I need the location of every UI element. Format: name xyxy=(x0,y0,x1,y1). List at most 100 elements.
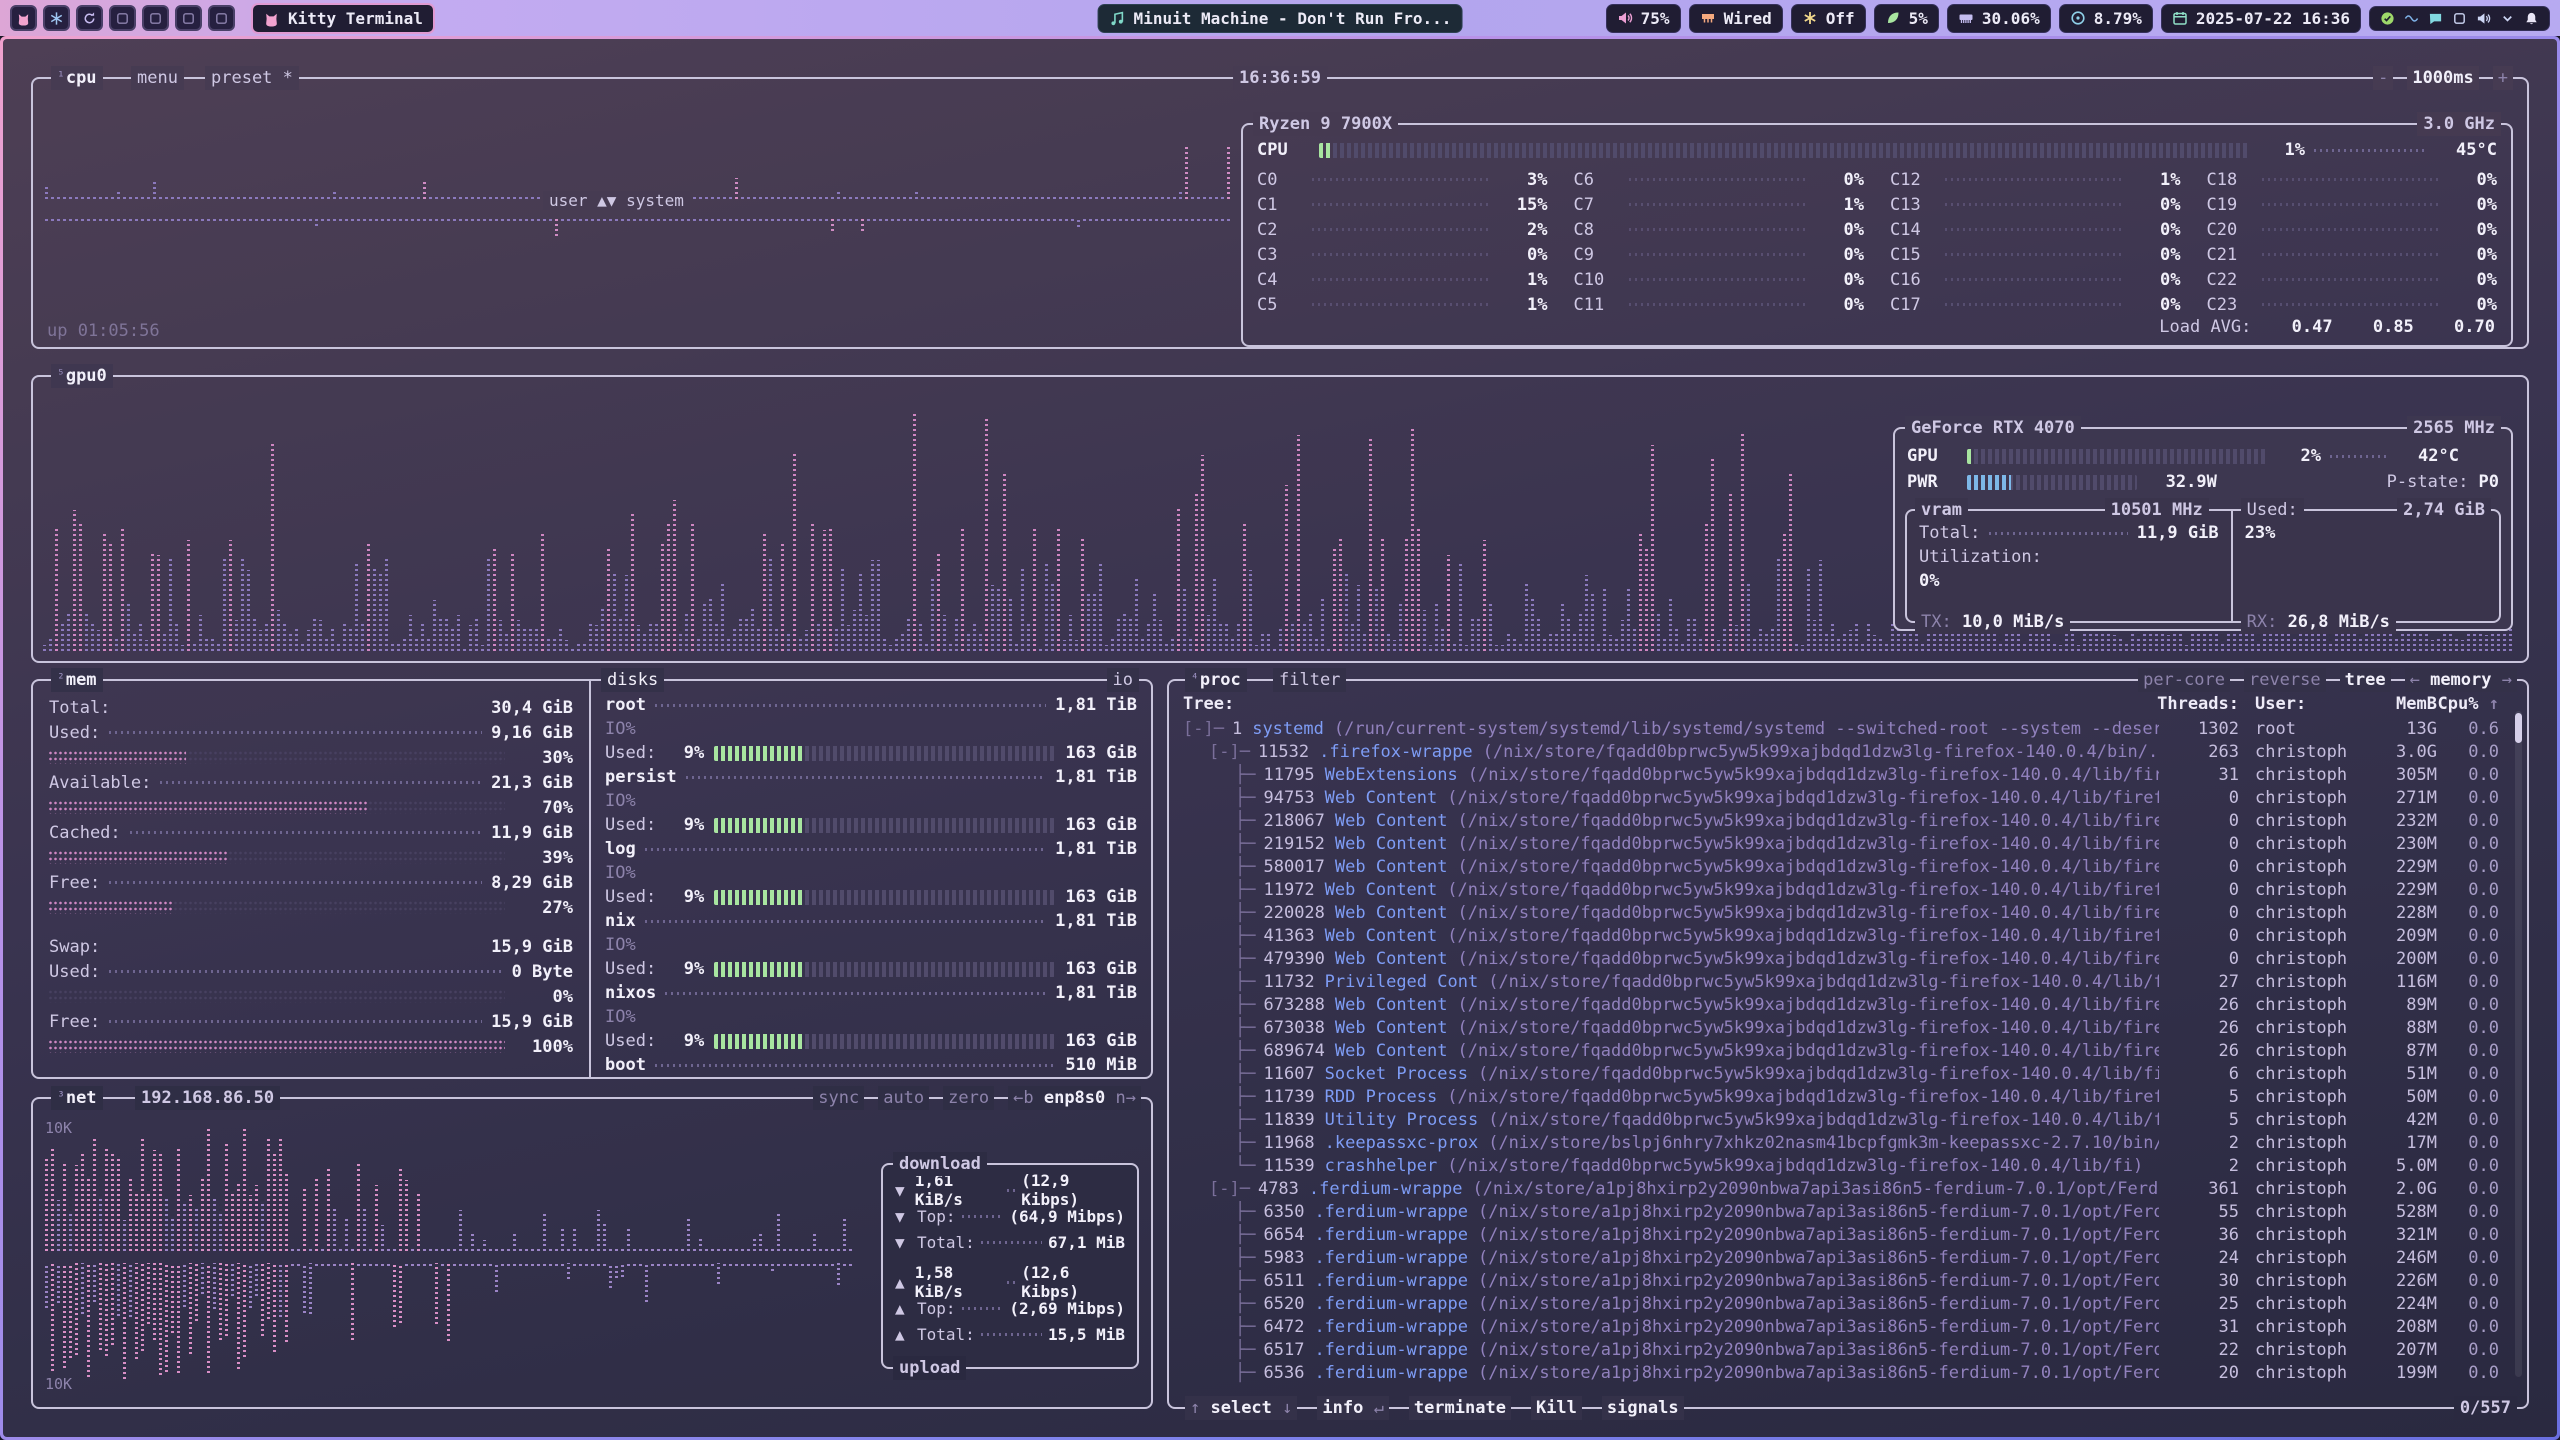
status-module-memory[interactable]: 30.06% xyxy=(1947,4,2051,33)
proc-action-select[interactable]: ↑ select ↓ xyxy=(1185,1396,1297,1420)
proc-sort-selector[interactable]: ← memory → xyxy=(2405,668,2517,692)
process-row[interactable]: ├─11739RDD Process(/nix/store/fqadd0bprw… xyxy=(1183,1085,2501,1108)
filter-button[interactable]: filter xyxy=(1273,668,1346,692)
process-threads: 25 xyxy=(2159,1294,2239,1314)
proc-action-signals[interactable]: signals xyxy=(1602,1396,1684,1420)
action-label: Kill xyxy=(1536,1398,1577,1418)
window-icon[interactable] xyxy=(2452,11,2467,26)
disk-size: 510 MiB xyxy=(1065,1055,1137,1075)
process-pid: 11739 xyxy=(1263,1087,1314,1107)
interval-decrease-button[interactable]: - xyxy=(2373,66,2393,90)
net-auto-button[interactable]: auto xyxy=(878,1086,929,1110)
net-zero-button[interactable]: zero xyxy=(943,1086,994,1110)
process-row[interactable]: ├─6350.ferdium-wrappe(/nix/store/a1pj8hx… xyxy=(1183,1200,2501,1223)
process-row[interactable]: ├─5983.ferdium-wrappe(/nix/store/a1pj8hx… xyxy=(1183,1246,2501,1269)
process-row[interactable]: ├─11968.keepassxc-prox(/nix/store/bslpj6… xyxy=(1183,1131,2501,1154)
process-row[interactable]: ├─219152Web Content(/nix/store/fqadd0bpr… xyxy=(1183,832,2501,855)
wave-icon[interactable] xyxy=(2404,11,2419,26)
bell-icon[interactable] xyxy=(2524,11,2539,26)
process-row[interactable]: ├─689674Web Content(/nix/store/fqadd0bpr… xyxy=(1183,1039,2501,1062)
status-module-volume[interactable]: 75% xyxy=(1606,4,1681,33)
media-player-button[interactable]: Minuit Machine - Don't Run Fro... xyxy=(1098,4,1463,33)
active-window-button[interactable]: Kitty Terminal xyxy=(251,3,435,34)
process-row[interactable]: ├─11607Socket Process(/nix/store/fqadd0b… xyxy=(1183,1062,2501,1085)
mem-stat-value: 0 Byte xyxy=(512,962,573,982)
process-row[interactable]: ├─6517.ferdium-wrappe(/nix/store/a1pj8hx… xyxy=(1183,1338,2501,1361)
process-row[interactable]: [-]─1systemd(/run/current-system/systemd… xyxy=(1183,717,2501,740)
preset-button[interactable]: preset * xyxy=(205,66,299,90)
col-cpu[interactable]: Cpu% ↑ xyxy=(2437,694,2501,714)
process-command: (/nix/store/fqadd0bprwc5yw5k99xajbdqd1dz… xyxy=(1483,742,2159,762)
check-circle-icon[interactable] xyxy=(2380,11,2395,26)
process-row[interactable]: ├─6536.ferdium-wrappe(/nix/store/a1pj8hx… xyxy=(1183,1361,2501,1384)
process-cpu: 0.0 xyxy=(2437,1179,2501,1199)
process-mem: 2.0G xyxy=(2367,1179,2437,1199)
process-row[interactable]: ├─11732Privileged Cont(/nix/store/fqadd0… xyxy=(1183,970,2501,993)
tree-prefix: ├─ xyxy=(1183,1317,1255,1337)
gpu-details-panel: GeForce RTX 4070 2565 MHz GPU 2% 42°C PW… xyxy=(1893,427,2513,631)
workspace-5[interactable] xyxy=(142,5,169,31)
workspace-7[interactable] xyxy=(208,5,235,31)
proc-action-info[interactable]: info ↵ xyxy=(1317,1396,1388,1420)
leader xyxy=(655,704,1046,707)
status-module-idle[interactable]: Off xyxy=(1791,4,1866,33)
process-row[interactable]: ├─11795WebExtensions(/nix/store/fqadd0bp… xyxy=(1183,763,2501,786)
process-row[interactable]: ├─41363Web Content(/nix/store/fqadd0bprw… xyxy=(1183,924,2501,947)
col-threads[interactable]: Threads: xyxy=(2157,694,2239,714)
workspace-2[interactable] xyxy=(43,5,70,31)
process-user: root xyxy=(2239,719,2367,739)
process-row[interactable]: ├─580017Web Content(/nix/store/fqadd0bpr… xyxy=(1183,855,2501,878)
proc-option-reverse[interactable]: reverse xyxy=(2244,668,2326,692)
process-row[interactable]: ├─11972Web Content(/nix/store/fqadd0bprw… xyxy=(1183,878,2501,901)
process-row[interactable]: └─11539crashhelper(/nix/store/fqadd0bprw… xyxy=(1183,1154,2501,1177)
workspace-1[interactable] xyxy=(10,5,37,31)
process-cpu: 0.0 xyxy=(2437,1041,2501,1061)
proc-action-terminate[interactable]: terminate xyxy=(1409,1396,1511,1420)
proc-option-tree[interactable]: tree xyxy=(2340,668,2391,692)
proc-scrollbar[interactable] xyxy=(2515,711,2522,1377)
status-module-cpu[interactable]: 5% xyxy=(1874,4,1939,33)
process-row[interactable]: [-]─4783.ferdium-wrappe(/nix/store/a1pj8… xyxy=(1183,1177,2501,1200)
process-row[interactable]: ├─479390Web Content(/nix/store/fqadd0bpr… xyxy=(1183,947,2501,970)
process-row[interactable]: ├─673038Web Content(/nix/store/fqadd0bpr… xyxy=(1183,1016,2501,1039)
process-mem: 229M xyxy=(2367,880,2437,900)
core-C21: C210% xyxy=(2207,242,2498,267)
workspace-4[interactable] xyxy=(109,5,136,31)
process-pid: 11732 xyxy=(1263,972,1314,992)
proc-option-per-core[interactable]: per-core xyxy=(2138,668,2230,692)
process-row[interactable]: ├─94753Web Content(/nix/store/fqadd0bprw… xyxy=(1183,786,2501,809)
interval-increase-button[interactable]: + xyxy=(2493,66,2513,90)
core-label: C20 xyxy=(2207,220,2253,240)
status-module-network[interactable]: Wired xyxy=(1689,4,1783,33)
cpu-total-row: CPU 1% 45°C xyxy=(1257,137,2497,163)
chevron-down-icon[interactable] xyxy=(2500,11,2515,26)
process-mem: 228M xyxy=(2367,903,2437,923)
process-row[interactable]: ├─6511.ferdium-wrappe(/nix/store/a1pj8hx… xyxy=(1183,1269,2501,1292)
net-interface-switcher[interactable]: ←b enp8s0 n→ xyxy=(1008,1086,1141,1110)
process-pid: 11795 xyxy=(1263,765,1314,785)
process-row[interactable]: ├─6472.ferdium-wrappe(/nix/store/a1pj8hx… xyxy=(1183,1315,2501,1338)
proc-action-kill[interactable]: Kill xyxy=(1531,1396,1582,1420)
status-module-disk[interactable]: 8.79% xyxy=(2059,4,2153,33)
workspace-6[interactable] xyxy=(175,5,202,31)
speaker-icon[interactable] xyxy=(2476,11,2491,26)
net-sync-button[interactable]: sync xyxy=(813,1086,864,1110)
status-module-clock[interactable]: 2025-07-22 16:36 xyxy=(2161,4,2361,33)
chat-icon[interactable] xyxy=(2428,11,2443,26)
process-row[interactable]: ├─11839Utility Process(/nix/store/fqadd0… xyxy=(1183,1108,2501,1131)
process-command: (/nix/store/bslpj6nhry7xhkz02nasm41bcpfg… xyxy=(1488,1133,2159,1153)
process-row[interactable]: ├─6654.ferdium-wrappe(/nix/store/a1pj8hx… xyxy=(1183,1223,2501,1246)
menu-button[interactable]: menu xyxy=(131,66,184,90)
process-row[interactable]: ├─220028Web Content(/nix/store/fqadd0bpr… xyxy=(1183,901,2501,924)
process-row[interactable]: ├─218067Web Content(/nix/store/fqadd0bpr… xyxy=(1183,809,2501,832)
disks-io-toggle[interactable]: io xyxy=(1107,668,1139,692)
process-row[interactable]: ├─6520.ferdium-wrappe(/nix/store/a1pj8hx… xyxy=(1183,1292,2501,1315)
workspace-3[interactable] xyxy=(76,5,103,31)
col-user[interactable]: User: xyxy=(2239,694,2367,714)
upload-label: Top: xyxy=(917,1299,956,1318)
process-row[interactable]: ├─673288Web Content(/nix/store/fqadd0bpr… xyxy=(1183,993,2501,1016)
process-row[interactable]: [-]─11532.firefox-wrappe(/nix/store/fqad… xyxy=(1183,740,2501,763)
gpu-model-name: GeForce RTX 4070 xyxy=(1905,416,2081,440)
col-mem[interactable]: MemB xyxy=(2367,694,2437,714)
gpu-panel: ⁵gpu0 GeForce RTX 4070 2565 MHz GPU 2% 4… xyxy=(31,375,2529,663)
